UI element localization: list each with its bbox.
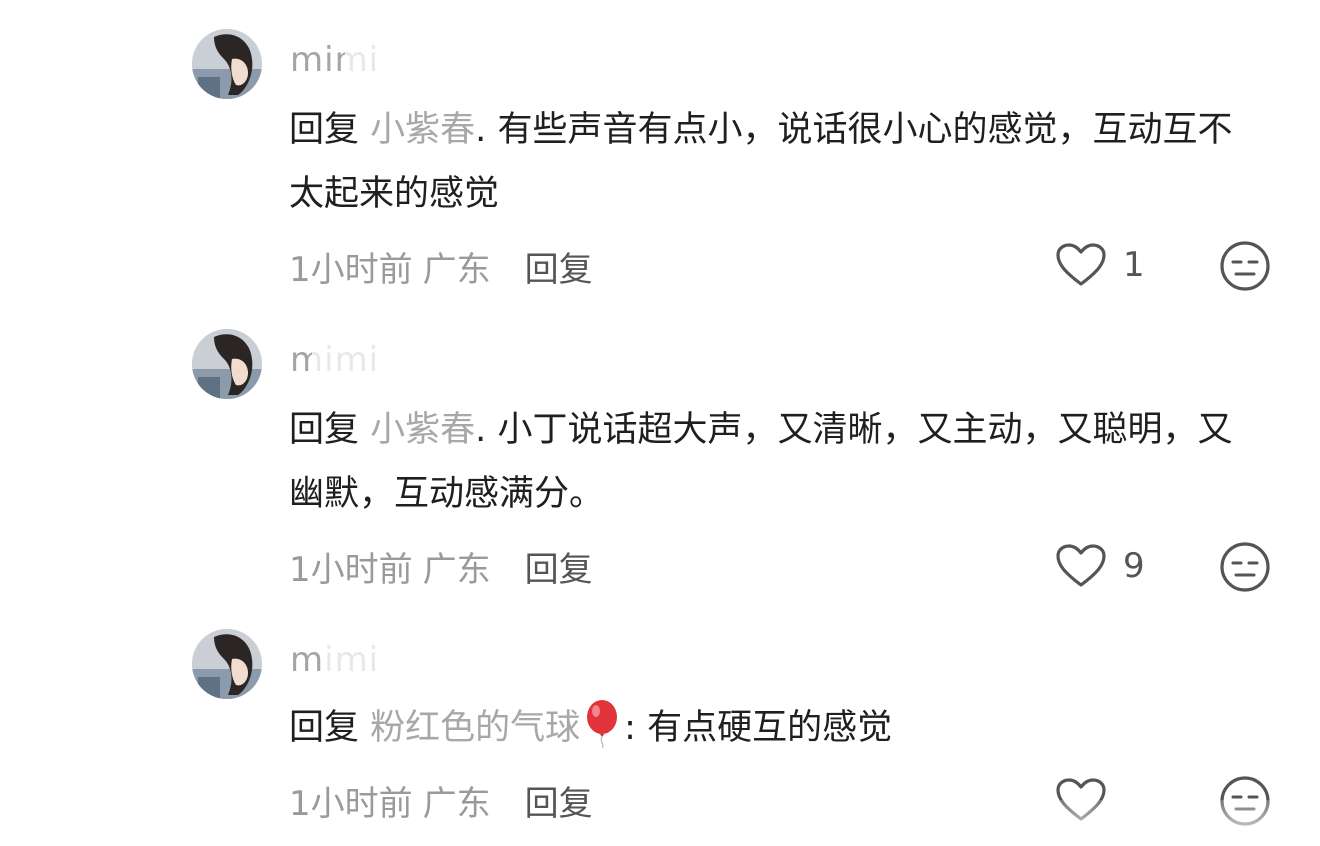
avatar-photo-icon bbox=[192, 29, 262, 99]
balloon-emoji-icon bbox=[587, 700, 618, 749]
comment-text: 回复 小紫春. 有些声音有点小，说话很小心的感觉，互动互不太起来的感觉 bbox=[289, 98, 1249, 226]
comment-location: 广东 bbox=[422, 250, 491, 290]
comment-location: 广东 bbox=[422, 550, 491, 590]
reply-button[interactable]: 回复 bbox=[525, 784, 593, 824]
reply-prefix: 回复 bbox=[289, 110, 360, 150]
like-button[interactable]: 1 bbox=[1055, 240, 1145, 290]
avatar[interactable] bbox=[192, 629, 262, 699]
reply-button[interactable]: 回复 bbox=[525, 250, 593, 290]
reply-button[interactable]: 回复 bbox=[525, 550, 593, 590]
heart-icon bbox=[1056, 544, 1106, 587]
reply-target-username[interactable]: 小紫春 bbox=[370, 410, 475, 450]
avatar[interactable] bbox=[192, 29, 262, 99]
dislike-button[interactable] bbox=[1219, 541, 1271, 593]
avatar-photo-icon bbox=[192, 329, 262, 399]
reply-target-username[interactable]: 小紫春 bbox=[370, 110, 475, 150]
unamused-face-icon bbox=[1220, 241, 1270, 291]
comment-location: 广东 bbox=[422, 784, 491, 824]
reply-prefix: 回复 bbox=[289, 708, 360, 748]
unamused-face-icon bbox=[1220, 542, 1270, 592]
username-blur bbox=[312, 340, 392, 382]
comment-meta: 1小时前 广东 回复 bbox=[289, 776, 593, 825]
reply-target-username[interactable]: 粉红色的气球 bbox=[370, 708, 580, 748]
heart-icon bbox=[1056, 243, 1106, 286]
comment-meta: 1小时前 广东 回复 bbox=[289, 542, 593, 591]
comment-meta: 1小时前 广东 回复 bbox=[289, 242, 593, 291]
reply-separator: : bbox=[624, 708, 636, 748]
dislike-button[interactable] bbox=[1219, 240, 1271, 292]
comment-text: 回复 小紫春. 小丁说话超大声，又清晰，又主动，又聪明，又幽默，互动感满分。 bbox=[289, 398, 1249, 526]
reply-separator: . bbox=[475, 110, 487, 150]
comment-time: 1小时前 bbox=[289, 784, 413, 824]
comment-body: 有点硬互的感觉 bbox=[635, 708, 893, 748]
username-blur bbox=[322, 640, 392, 682]
comment-time: 1小时前 bbox=[289, 250, 413, 290]
like-count: 1 bbox=[1123, 245, 1145, 285]
comment-time: 1小时前 bbox=[289, 550, 413, 590]
comment-text: 回复 粉红色的气球 : 有点硬互的感觉 bbox=[289, 696, 1249, 760]
username-blur bbox=[345, 40, 395, 82]
like-count: 9 bbox=[1123, 546, 1145, 586]
reply-prefix: 回复 bbox=[289, 410, 360, 450]
bottom-fade bbox=[1050, 800, 1320, 846]
avatar-photo-icon bbox=[192, 629, 262, 699]
avatar[interactable] bbox=[192, 329, 262, 399]
like-button[interactable]: 9 bbox=[1055, 541, 1145, 591]
reply-separator: . bbox=[475, 410, 487, 450]
